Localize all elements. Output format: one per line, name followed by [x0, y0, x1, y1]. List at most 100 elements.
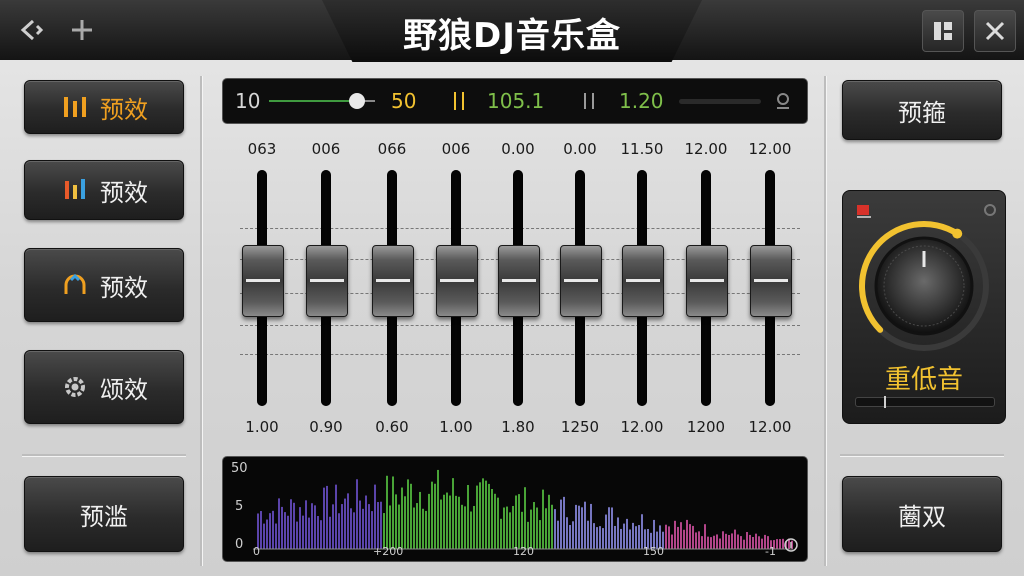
- spectrum-bar: [743, 539, 745, 549]
- fader-knob[interactable]: [242, 244, 284, 317]
- spectrum-bar: [608, 507, 610, 549]
- spectrum-bar: [713, 535, 715, 549]
- spectrum-bar: [680, 522, 682, 549]
- strip-slider-icon: [269, 93, 375, 109]
- spectrum-bar: [572, 521, 574, 549]
- spectrum-bar: [632, 522, 634, 549]
- spectrum-bar: [731, 533, 733, 549]
- spectrum-bar: [695, 532, 697, 549]
- layout-button[interactable]: [922, 10, 964, 52]
- fader-bottom-value: 12.00: [748, 418, 792, 436]
- spectrum-x-label: 150: [643, 545, 664, 558]
- spectrum-bar: [683, 529, 685, 549]
- spectrum-bar: [569, 525, 571, 549]
- fader-knob[interactable]: [686, 244, 728, 317]
- spectrum-bar: [587, 520, 589, 549]
- add-button[interactable]: [62, 10, 102, 50]
- left-bottom-button[interactable]: 预滥: [24, 476, 184, 552]
- spectrum-bar: [755, 533, 757, 549]
- spectrum-bar: [296, 521, 298, 549]
- right-divider: [824, 76, 827, 566]
- spectrum-bar: [317, 515, 319, 549]
- spectrum-bar: [431, 481, 433, 549]
- fader-top-value: 12.00: [748, 140, 792, 158]
- fader-knob[interactable]: [436, 244, 478, 317]
- spectrum-bar: [383, 513, 385, 549]
- spectrum-bar: [410, 483, 412, 549]
- bass-knob[interactable]: [843, 211, 1005, 361]
- fader-top-value: 12.00: [684, 140, 728, 158]
- preset-button-2[interactable]: 预效: [24, 160, 184, 220]
- spectrum-bar: [380, 501, 382, 549]
- fader-channel-2: 006 0.90: [296, 140, 356, 440]
- spectrum-bar: [698, 531, 700, 549]
- spectrum-bar: [407, 479, 409, 549]
- bass-panel: 重低音: [842, 190, 1006, 424]
- spectrum-bar: [734, 529, 736, 549]
- spectrum-bar: [599, 526, 601, 549]
- spectrum-bar: [551, 504, 553, 549]
- spectrum-bar: [329, 516, 331, 549]
- spectrum-y-label-top: 50: [231, 461, 248, 476]
- spectrum-bar: [524, 487, 526, 549]
- back-button[interactable]: [12, 10, 52, 50]
- spectrum-bar: [518, 494, 520, 549]
- preset-button-3[interactable]: 预效: [24, 248, 184, 322]
- spectrum-bar: [563, 496, 565, 549]
- spectrum-bar: [395, 494, 397, 549]
- spectrum-bar: [344, 498, 346, 549]
- spectrum-bar: [512, 505, 514, 549]
- preset-button-1[interactable]: 预效: [24, 80, 184, 134]
- spectrum-bar: [437, 469, 439, 549]
- spectrum-bar: [257, 513, 259, 549]
- spectrum-bar: [413, 507, 415, 549]
- preset-button-4[interactable]: 颂效: [24, 350, 184, 424]
- fader-knob[interactable]: [560, 244, 602, 317]
- add-icon: [72, 20, 92, 40]
- spectrum-bar: [335, 484, 337, 549]
- spectrum-bar: [464, 506, 466, 549]
- fader-knob[interactable]: [750, 244, 792, 317]
- spectrum-bar: [677, 526, 679, 549]
- fader-bottom-value: 1.00: [245, 418, 279, 436]
- preset-button-2-label: 预效: [100, 178, 148, 207]
- fader-knob[interactable]: [498, 244, 540, 317]
- bass-level-bar[interactable]: [855, 396, 995, 408]
- spectrum-bar: [626, 518, 628, 549]
- spectrum-bar: [497, 497, 499, 549]
- spectrum-info-icon[interactable]: [783, 537, 799, 553]
- right-top-button[interactable]: 预箍: [842, 80, 1002, 140]
- spectrum-bar: [260, 511, 262, 549]
- fader-knob[interactable]: [622, 244, 664, 317]
- preset-button-1-label: 预效: [100, 95, 148, 124]
- spectrum-bar: [416, 503, 418, 549]
- strip-value-left: 10: [235, 89, 261, 113]
- spectrum-bar: [710, 537, 712, 549]
- close-button[interactable]: [974, 10, 1016, 52]
- fader-top-value: 11.50: [620, 140, 664, 158]
- spectrum-bar: [575, 504, 577, 549]
- spectrum-bar: [467, 484, 469, 549]
- spectrum-bar: [746, 531, 748, 549]
- fader-top-value: 063: [247, 140, 277, 158]
- spectrum-bar: [548, 494, 550, 549]
- spectrum-bar: [728, 535, 730, 549]
- spectrum-bar: [440, 499, 442, 549]
- spectrum-bar: [566, 517, 568, 549]
- spectrum-bar: [605, 514, 607, 549]
- spectrum-bar: [494, 493, 496, 549]
- right-bottom-button-label: 蔨双: [898, 502, 946, 531]
- spectrum-bar: [689, 524, 691, 549]
- fader-knob[interactable]: [306, 244, 348, 317]
- spectrum-bar: [452, 478, 454, 549]
- app-title: 野狼DJ音乐盒: [403, 16, 621, 56]
- fader-knob[interactable]: [372, 244, 414, 317]
- right-bottom-button[interactable]: 蔨双: [842, 476, 1002, 552]
- spectrum-bar: [362, 508, 364, 549]
- spectrum-bar: [281, 506, 283, 549]
- spectrum-bar: [749, 534, 751, 549]
- spectrum-bar: [761, 538, 763, 549]
- spectrum-bar: [488, 483, 490, 549]
- spectrum-bar: [422, 508, 424, 549]
- right-hdivider: [840, 454, 1004, 457]
